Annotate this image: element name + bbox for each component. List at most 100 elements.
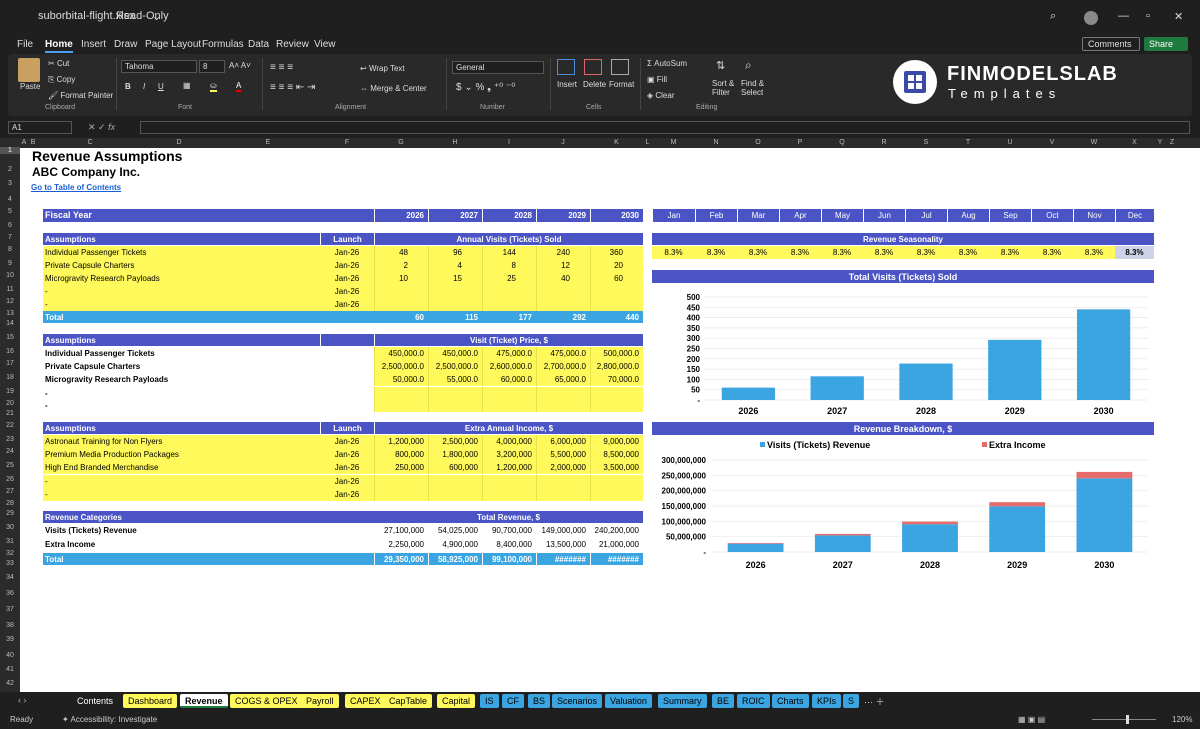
zoom-slider-thumb[interactable] [1126, 715, 1129, 724]
revenue-cell[interactable]: 240,200,000 [590, 524, 643, 537]
sheet-tab[interactable]: ROIC [737, 694, 770, 708]
launch-cell[interactable]: Jan-26 [320, 475, 374, 488]
value-cell[interactable]: 25 [482, 272, 536, 285]
value-cell[interactable]: 6,000,000 [536, 435, 590, 448]
column-header[interactable]: O [737, 138, 779, 148]
menu-view[interactable]: View [314, 39, 336, 50]
launch-header[interactable]: Launch [320, 422, 374, 434]
column-header[interactable]: W [1073, 138, 1115, 148]
seasonality-cell[interactable]: 8.3% [905, 246, 947, 259]
value-cell[interactable] [482, 399, 536, 412]
value-cell[interactable]: 4,000,000 [482, 435, 536, 448]
column-header[interactable]: V [1031, 138, 1073, 148]
seasonality-cell[interactable]: 8.3% [863, 246, 905, 259]
month-header[interactable]: Nov [1073, 209, 1115, 222]
month-header[interactable]: Feb [695, 209, 737, 222]
seasonality-cell[interactable]: 8.3% [737, 246, 779, 259]
row-header[interactable]: 32 [0, 550, 20, 557]
row-label[interactable]: Individual Passenger Tickets [43, 347, 320, 360]
column-header[interactable]: Q [821, 138, 863, 148]
row-header[interactable]: 17 [0, 360, 20, 367]
row-label[interactable]: - [43, 298, 320, 311]
value-cell[interactable] [428, 298, 482, 311]
value-cell[interactable] [428, 285, 482, 298]
sheet-tab[interactable]: Revenue [180, 694, 228, 708]
sheet-tab[interactable]: Payroll [301, 694, 339, 708]
row-header[interactable]: 29 [0, 510, 20, 517]
fiscal-year-label[interactable]: Fiscal Year [43, 209, 374, 222]
row-header[interactable]: 40 [0, 652, 20, 659]
value-cell[interactable]: 70,000.0 [590, 373, 643, 386]
clear-button[interactable]: ◈ Clear [647, 91, 675, 100]
menu-file[interactable]: File [17, 39, 33, 50]
value-cell[interactable]: 2,800,000.0 [590, 360, 643, 373]
value-cell[interactable]: 9,000,000 [590, 435, 643, 448]
row-header[interactable]: 33 [0, 560, 20, 567]
menu-formulas[interactable]: Formulas [202, 39, 244, 50]
row-header[interactable]: 16 [0, 348, 20, 355]
fill-button[interactable]: ▣ Fill [647, 75, 667, 84]
month-header[interactable]: Jan [652, 209, 695, 222]
column-header[interactable]: A [20, 138, 28, 148]
value-cell[interactable]: 800,000 [374, 448, 428, 461]
month-header[interactable]: Sep [989, 209, 1031, 222]
year-header[interactable]: 2026 [374, 209, 428, 222]
column-header[interactable]: G [374, 138, 428, 148]
row-label[interactable]: Private Capsule Charters [43, 360, 320, 373]
row-header[interactable]: 30 [0, 524, 20, 531]
column-header[interactable]: U [989, 138, 1031, 148]
assumptions-header[interactable]: Assumptions [43, 334, 320, 346]
italic-icon[interactable]: I [143, 82, 145, 91]
sheet-tab[interactable]: Summary [658, 694, 707, 708]
revenue-cell[interactable]: 27,100,000 [374, 524, 428, 537]
value-cell[interactable]: 10 [374, 272, 428, 285]
seasonality-cell[interactable]: 8.3% [821, 246, 863, 259]
avatar[interactable] [1084, 11, 1098, 25]
chevron-down-icon[interactable]: ⌄ [152, 10, 161, 23]
value-cell[interactable]: 1,200,000 [374, 435, 428, 448]
revenue-cell[interactable]: 90,700,000 [482, 524, 536, 537]
value-cell[interactable]: 60,000.0 [482, 373, 536, 386]
row-header[interactable]: 38 [0, 622, 20, 629]
block-title[interactable]: Annual Visits (Tickets) Sold [374, 233, 643, 245]
launch-cell[interactable]: Jan-26 [320, 259, 374, 272]
launch-cell[interactable] [320, 373, 374, 386]
value-cell[interactable]: 144 [482, 246, 536, 259]
value-cell[interactable] [482, 475, 536, 488]
row-header[interactable]: 28 [0, 500, 20, 507]
more-sheets-icon[interactable]: ⋯ ＋ [864, 695, 885, 708]
value-cell[interactable] [482, 298, 536, 311]
zoom-slider[interactable] [1092, 719, 1156, 720]
value-cell[interactable]: 450,000.0 [428, 347, 482, 360]
column-header[interactable]: Y [1154, 138, 1166, 148]
value-cell[interactable] [482, 285, 536, 298]
month-header[interactable]: Jun [863, 209, 905, 222]
column-header[interactable]: F [320, 138, 374, 148]
launch-cell[interactable]: Jan-26 [320, 448, 374, 461]
value-cell[interactable]: 600,000 [428, 461, 482, 474]
comments-button[interactable]: Comments [1082, 37, 1140, 51]
launch-cell[interactable]: Jan-26 [320, 435, 374, 448]
autosum-button[interactable]: Σ AutoSum [647, 59, 687, 68]
row-label[interactable]: Microgravity Research Payloads [43, 272, 320, 285]
spreadsheet-grid[interactable]: ABCDEFGHIJKLMNOPQRSTUVWXYZ 1 2 3 4 5 6 7 8 9 10 11… [0, 138, 1200, 692]
revenue-row-label[interactable]: Visits (Tickets) Revenue [43, 524, 374, 537]
column-header[interactable]: C [38, 138, 142, 148]
column-header[interactable]: J [536, 138, 590, 148]
menu-draw[interactable]: Draw [114, 39, 137, 50]
block-title[interactable]: Visit (Ticket) Price, $ [374, 334, 643, 346]
name-box[interactable]: A1 [8, 121, 72, 134]
sheet-tab[interactable]: CAPEX [345, 694, 386, 708]
column-header[interactable]: S [905, 138, 947, 148]
value-cell[interactable] [536, 488, 590, 501]
row-header[interactable]: 9 [0, 260, 20, 267]
row-label[interactable]: Astronaut Training for Non Flyers [43, 435, 320, 448]
total-cell[interactable]: 115 [428, 311, 482, 323]
value-cell[interactable]: 500,000.0 [590, 347, 643, 360]
fx-icon[interactable]: ✕ ✓ fx [88, 122, 115, 133]
row-header[interactable]: 22 [0, 422, 20, 429]
launch-cell[interactable] [320, 347, 374, 360]
wrap-text-button[interactable]: ↩ Wrap Text [360, 64, 405, 73]
sheet-tab[interactable]: Charts [772, 694, 809, 708]
revenue-cell[interactable]: 13,500,000 [536, 538, 590, 551]
